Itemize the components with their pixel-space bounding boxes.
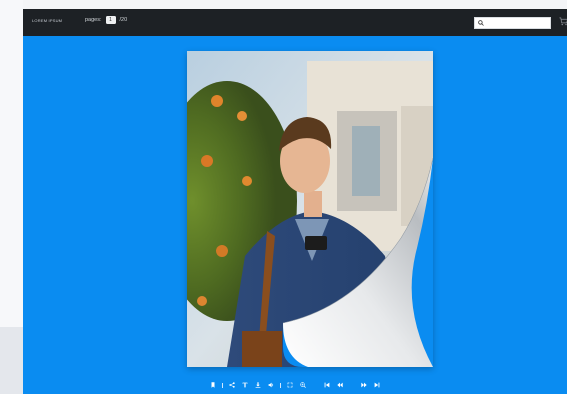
bookmark-button[interactable] bbox=[209, 381, 217, 389]
page-curl[interactable] bbox=[283, 158, 433, 367]
page-navigator: pages: 1 /20 bbox=[85, 16, 127, 24]
text-icon bbox=[242, 382, 248, 388]
search-input[interactable] bbox=[474, 17, 551, 29]
fullscreen-button[interactable] bbox=[286, 381, 294, 389]
first-page-icon bbox=[324, 382, 330, 388]
page-backdrop-footer bbox=[0, 327, 23, 394]
flipbook-viewer: LOREM IPSUM pages: 1 /20 bbox=[23, 9, 567, 394]
previous-page-button[interactable] bbox=[336, 381, 344, 389]
top-bar: LOREM IPSUM pages: 1 /20 bbox=[23, 9, 567, 36]
next-page-icon bbox=[361, 382, 367, 388]
total-pages: /20 bbox=[119, 17, 128, 23]
sound-icon bbox=[268, 382, 274, 388]
cart-icon[interactable] bbox=[559, 17, 567, 26]
share-button[interactable] bbox=[228, 381, 236, 389]
brand-logo[interactable]: LOREM IPSUM bbox=[32, 18, 62, 23]
last-page-button[interactable] bbox=[373, 381, 381, 389]
zoom-in-icon bbox=[300, 382, 306, 388]
sound-button[interactable] bbox=[267, 381, 275, 389]
first-page-button[interactable] bbox=[323, 381, 331, 389]
zoom-in-button[interactable] bbox=[299, 381, 307, 389]
text-button[interactable] bbox=[241, 381, 249, 389]
download-button[interactable] bbox=[254, 381, 262, 389]
toolbar-separator bbox=[222, 382, 223, 388]
book-page[interactable] bbox=[187, 51, 433, 367]
previous-page-icon bbox=[337, 382, 343, 388]
next-page-button[interactable] bbox=[360, 381, 368, 389]
toolbar-separator bbox=[280, 382, 281, 388]
pages-label: pages: bbox=[85, 17, 102, 23]
search-icon bbox=[478, 20, 484, 26]
last-page-icon bbox=[374, 382, 380, 388]
share-icon bbox=[229, 382, 235, 388]
bottom-toolbar bbox=[23, 376, 567, 394]
current-page-input[interactable]: 1 bbox=[105, 16, 116, 24]
fullscreen-icon bbox=[287, 382, 293, 388]
download-icon bbox=[255, 382, 261, 388]
bookmark-icon bbox=[211, 382, 215, 388]
